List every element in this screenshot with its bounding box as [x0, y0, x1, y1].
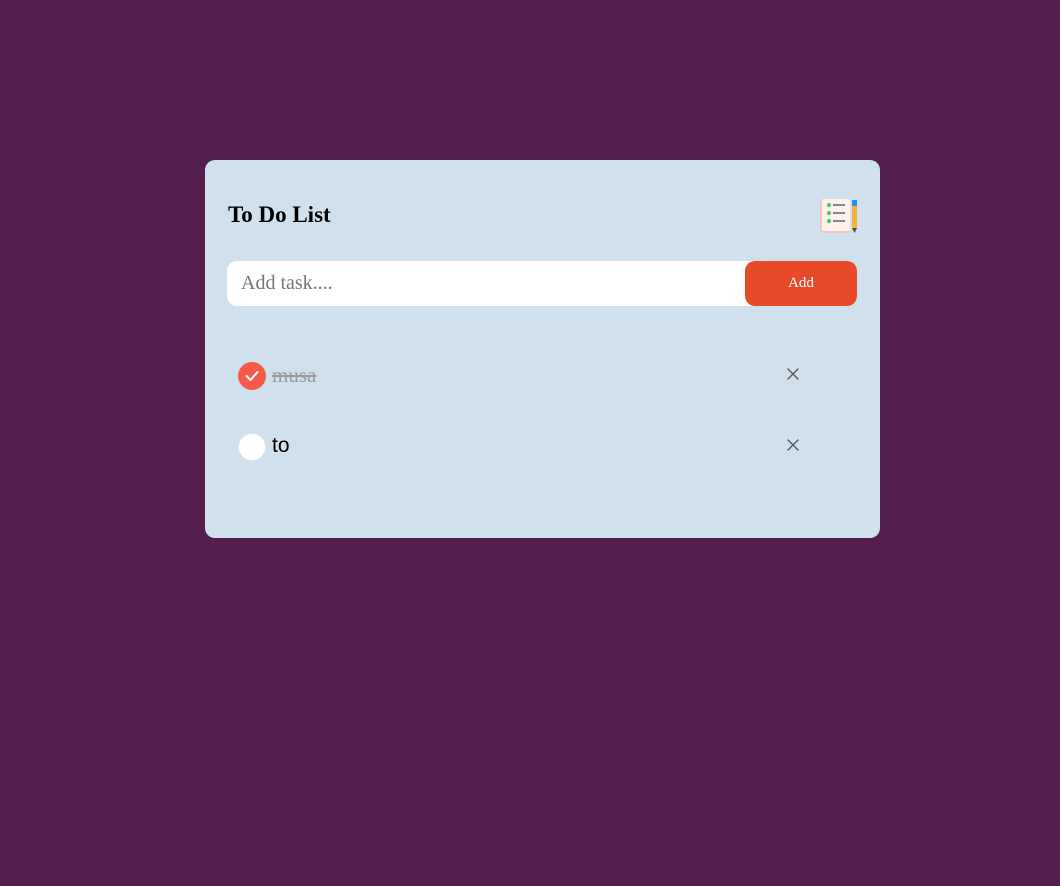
- list-item[interactable]: to: [227, 411, 857, 482]
- task-text: musa: [272, 363, 317, 387]
- task-text: to: [272, 434, 290, 457]
- task-input[interactable]: [227, 261, 737, 306]
- close-icon[interactable]: [785, 437, 801, 453]
- todo-card: To Do List Add musa: [205, 160, 880, 538]
- checkbox-checked[interactable]: [238, 362, 266, 390]
- list-item[interactable]: musa: [227, 340, 857, 411]
- app-title: To Do List: [228, 202, 331, 227]
- close-icon[interactable]: [785, 366, 801, 382]
- add-task-row: Add: [227, 261, 857, 306]
- title-row: To Do List: [228, 198, 858, 238]
- checkbox-unchecked[interactable]: [238, 433, 266, 461]
- notepad-checklist-icon: [820, 199, 857, 233]
- task-list: musa to: [227, 340, 857, 482]
- checkmark-icon: [245, 371, 259, 381]
- add-button[interactable]: Add: [745, 261, 857, 306]
